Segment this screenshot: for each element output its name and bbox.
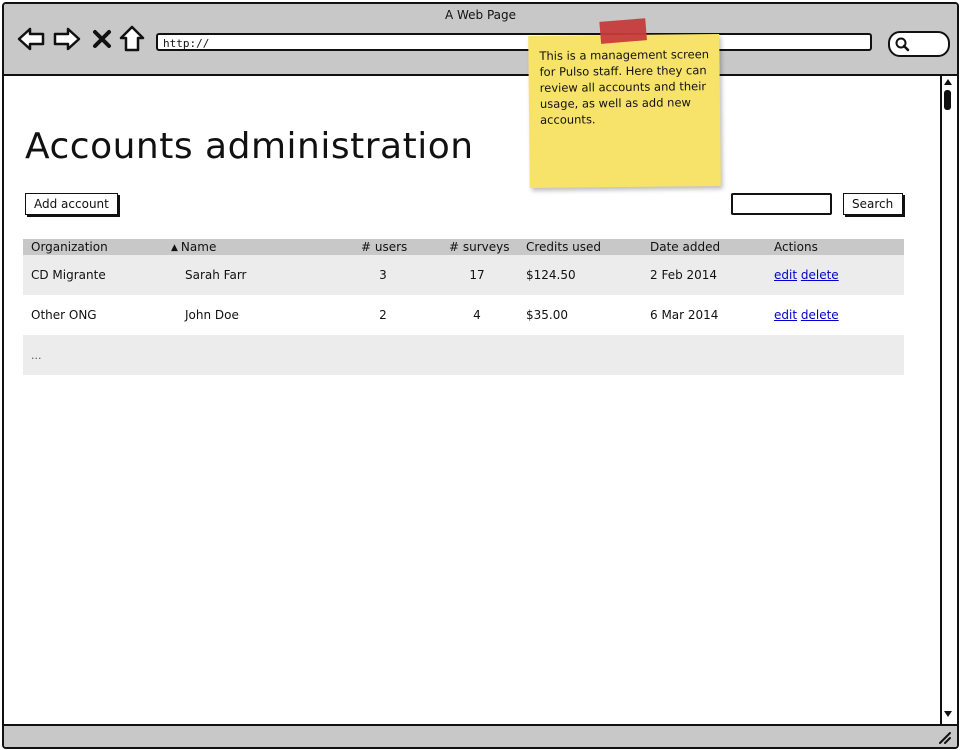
header-credits[interactable]: Credits used [526, 239, 601, 255]
header-users[interactable]: # users [361, 239, 407, 255]
cell-users: 3 [379, 268, 387, 282]
cell-organization: CD Migrante [31, 268, 106, 282]
forward-arrow-icon [53, 27, 81, 51]
scroll-down-icon[interactable] [943, 710, 953, 718]
table-row: CD Migrante Sarah Farr 3 17 $124.50 2 Fe… [23, 255, 904, 295]
home-icon [119, 25, 145, 52]
sticky-note: This is a management screen for Pulso st… [528, 18, 721, 188]
cell-actions: edit delete [774, 307, 839, 323]
header-date[interactable]: Date added [650, 239, 720, 255]
table-row-more: ... [23, 335, 904, 375]
cell-credits: $35.00 [526, 308, 568, 322]
scroll-up-icon[interactable] [943, 78, 953, 86]
delete-link[interactable]: delete [801, 268, 839, 282]
status-bar [4, 724, 957, 747]
forward-button[interactable] [52, 24, 82, 54]
header-name-label: Name [180, 240, 217, 254]
cell-organization: Other ONG [31, 308, 97, 322]
search-icon [895, 37, 910, 52]
header-organization[interactable]: Organization [31, 239, 108, 255]
sticky-tape [599, 18, 647, 44]
delete-link[interactable]: delete [801, 308, 839, 322]
close-x-icon [93, 30, 111, 48]
cell-credits: $124.50 [526, 268, 576, 282]
edit-link[interactable]: edit [774, 268, 797, 282]
page-title: Accounts administration [25, 126, 474, 167]
stop-button[interactable] [90, 24, 114, 54]
search-button[interactable]: Search [843, 193, 903, 215]
vertical-scrollbar[interactable] [940, 76, 955, 724]
cell-date: 2 Feb 2014 [650, 268, 718, 282]
resize-grip-icon[interactable] [937, 730, 951, 744]
home-button[interactable] [117, 24, 147, 54]
header-name[interactable]: ▲ Name [171, 239, 216, 256]
cell-surveys: 17 [469, 268, 485, 282]
cell-date: 6 Mar 2014 [650, 308, 719, 322]
cell-name: John Doe [185, 308, 239, 322]
cell-actions: edit delete [774, 267, 839, 283]
add-account-button[interactable]: Add account [25, 193, 118, 215]
back-arrow-icon [17, 27, 45, 51]
scroll-thumb[interactable] [944, 90, 951, 110]
header-surveys[interactable]: # surveys [449, 239, 510, 255]
table-header: Organization ▲ Name # users # surveys Cre… [23, 239, 904, 255]
page-content: Accounts administration Add account Sear… [4, 76, 940, 724]
browser-search-field[interactable] [888, 31, 950, 57]
browser-chrome: A Web Page http:// [4, 4, 957, 76]
back-button[interactable] [16, 24, 46, 54]
sticky-note-text: This is a management screen for Pulso st… [539, 47, 710, 127]
header-actions: Actions [774, 240, 818, 254]
search-input[interactable] [731, 193, 832, 215]
cell-surveys: 4 [473, 308, 481, 322]
more-rows-indicator: ... [31, 349, 42, 362]
sort-ascending-icon: ▲ [171, 243, 178, 253]
table-row: Other ONG John Doe 2 4 $35.00 6 Mar 2014… [23, 295, 904, 335]
accounts-table: Organization ▲ Name # users # surveys Cre… [23, 239, 904, 375]
cell-users: 2 [379, 308, 387, 322]
browser-window: A Web Page http:// Accounts administrati… [2, 2, 959, 749]
cell-name: Sarah Farr [185, 268, 247, 282]
url-bar[interactable]: http:// [156, 33, 872, 51]
window-title: A Web Page [444, 8, 517, 22]
edit-link[interactable]: edit [774, 308, 797, 322]
